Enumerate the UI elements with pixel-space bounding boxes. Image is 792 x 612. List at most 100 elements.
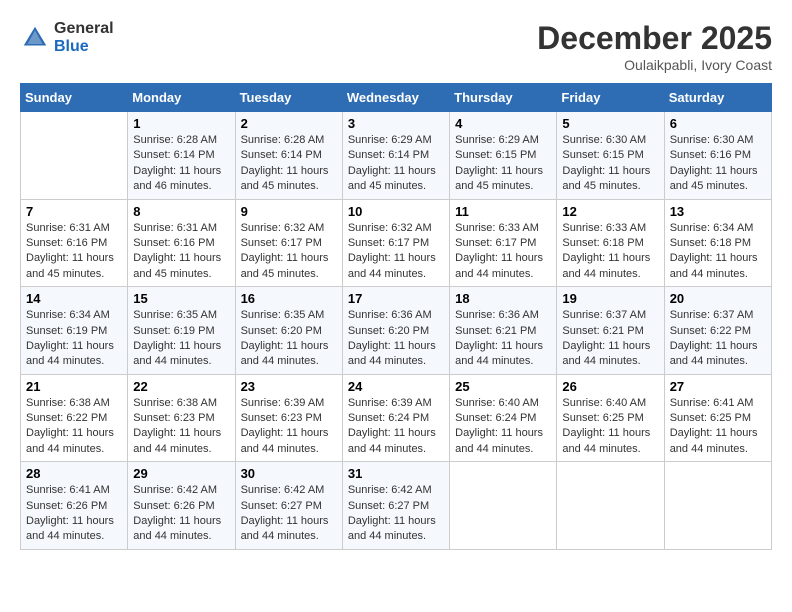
calendar-day-cell: 22 Sunrise: 6:38 AMSunset: 6:23 PMDayligh… (128, 374, 235, 462)
calendar-day-cell: 10 Sunrise: 6:32 AMSunset: 6:17 PMDayligh… (342, 199, 449, 287)
logo: General Blue (20, 20, 114, 55)
day-info: Sunrise: 6:42 AMSunset: 6:26 PMDaylight:… (133, 483, 229, 545)
calendar-day-cell: 12 Sunrise: 6:33 AMSunset: 6:18 PMDayligh… (557, 199, 664, 287)
day-number: 3 (348, 116, 444, 131)
weekday-header-saturday: Saturday (664, 84, 771, 112)
day-number: 2 (241, 116, 337, 131)
calendar-week-1: 1 Sunrise: 6:28 AMSunset: 6:14 PMDaylight… (21, 112, 772, 200)
calendar-day-cell: 5Sunrise: 6:30 AMSunset: 6:15 PMDaylight… (557, 112, 664, 200)
logo-general: General (54, 20, 114, 38)
day-info: Sunrise: 6:30 AMSunset: 6:16 PMDaylight:… (670, 133, 766, 195)
calendar-day-cell: 14 Sunrise: 6:34 AMSunset: 6:19 PMDayligh… (21, 287, 128, 375)
day-number: 8 (133, 204, 229, 219)
day-info: Sunrise: 6:38 AMSunset: 6:23 PMDaylight:… (133, 396, 229, 458)
day-info: Sunrise: 6:41 AMSunset: 6:26 PMDaylight:… (26, 483, 122, 545)
day-info: Sunrise: 6:40 AMSunset: 6:25 PMDaylight:… (562, 396, 658, 458)
calendar-day-cell: 6Sunrise: 6:30 AMSunset: 6:16 PMDaylight… (664, 112, 771, 200)
day-info: Sunrise: 6:28 AMSunset: 6:14 PMDaylight:… (241, 133, 337, 195)
calendar-day-cell (557, 462, 664, 550)
day-info: Sunrise: 6:38 AMSunset: 6:22 PMDaylight:… (26, 396, 122, 458)
calendar-day-cell: 27 Sunrise: 6:41 AMSunset: 6:25 PMDayligh… (664, 374, 771, 462)
weekday-header-tuesday: Tuesday (235, 84, 342, 112)
day-info: Sunrise: 6:36 AMSunset: 6:21 PMDaylight:… (455, 308, 551, 370)
calendar-day-cell: 15Sunrise: 6:35 AMSunset: 6:19 PMDayligh… (128, 287, 235, 375)
calendar-day-cell: 20 Sunrise: 6:37 AMSunset: 6:22 PMDayligh… (664, 287, 771, 375)
day-info: Sunrise: 6:40 AMSunset: 6:24 PMDaylight:… (455, 396, 551, 458)
day-number: 9 (241, 204, 337, 219)
day-number: 22 (133, 379, 229, 394)
day-number: 23 (241, 379, 337, 394)
calendar-day-cell: 23 Sunrise: 6:39 AMSunset: 6:23 PMDayligh… (235, 374, 342, 462)
day-number: 12 (562, 204, 658, 219)
calendar-day-cell: 2 Sunrise: 6:28 AMSunset: 6:14 PMDaylight… (235, 112, 342, 200)
weekday-header-monday: Monday (128, 84, 235, 112)
calendar-day-cell (21, 112, 128, 200)
day-info: Sunrise: 6:31 AMSunset: 6:16 PMDaylight:… (26, 221, 122, 283)
calendar-day-cell (450, 462, 557, 550)
day-info: Sunrise: 6:33 AMSunset: 6:17 PMDaylight:… (455, 221, 551, 283)
calendar-day-cell: 7 Sunrise: 6:31 AMSunset: 6:16 PMDaylight… (21, 199, 128, 287)
day-info: Sunrise: 6:31 AMSunset: 6:16 PMDaylight:… (133, 221, 229, 283)
calendar-day-cell: 3 Sunrise: 6:29 AMSunset: 6:14 PMDaylight… (342, 112, 449, 200)
calendar-day-cell: 31 Sunrise: 6:42 AMSunset: 6:27 PMDayligh… (342, 462, 449, 550)
calendar-day-cell: 18 Sunrise: 6:36 AMSunset: 6:21 PMDayligh… (450, 287, 557, 375)
weekday-header-thursday: Thursday (450, 84, 557, 112)
calendar-day-cell: 17Sunrise: 6:36 AMSunset: 6:20 PMDayligh… (342, 287, 449, 375)
day-info: Sunrise: 6:28 AMSunset: 6:14 PMDaylight:… (133, 133, 229, 195)
day-info: Sunrise: 6:34 AMSunset: 6:19 PMDaylight:… (26, 308, 122, 370)
day-info: Sunrise: 6:42 AMSunset: 6:27 PMDaylight:… (241, 483, 337, 545)
day-info: Sunrise: 6:37 AMSunset: 6:21 PMDaylight:… (562, 308, 658, 370)
calendar-day-cell: 13Sunrise: 6:34 AMSunset: 6:18 PMDayligh… (664, 199, 771, 287)
logo-blue: Blue (54, 38, 114, 56)
day-info: Sunrise: 6:41 AMSunset: 6:25 PMDaylight:… (670, 396, 766, 458)
calendar-day-cell: 24 Sunrise: 6:39 AMSunset: 6:24 PMDayligh… (342, 374, 449, 462)
page-header: General Blue December 2025 Oulaikpabli, … (20, 20, 772, 73)
day-number: 21 (26, 379, 122, 394)
day-number: 19 (562, 291, 658, 306)
calendar-day-cell: 4 Sunrise: 6:29 AMSunset: 6:15 PMDaylight… (450, 112, 557, 200)
day-info: Sunrise: 6:29 AMSunset: 6:15 PMDaylight:… (455, 133, 551, 195)
calendar-day-cell: 30 Sunrise: 6:42 AMSunset: 6:27 PMDayligh… (235, 462, 342, 550)
day-number: 7 (26, 204, 122, 219)
day-info: Sunrise: 6:33 AMSunset: 6:18 PMDaylight:… (562, 221, 658, 283)
day-number: 18 (455, 291, 551, 306)
day-number: 29 (133, 466, 229, 481)
day-number: 25 (455, 379, 551, 394)
day-info: Sunrise: 6:42 AMSunset: 6:27 PMDaylight:… (348, 483, 444, 545)
day-number: 16 (241, 291, 337, 306)
day-number: 28 (26, 466, 122, 481)
calendar-day-cell: 1 Sunrise: 6:28 AMSunset: 6:14 PMDaylight… (128, 112, 235, 200)
day-number: 14 (26, 291, 122, 306)
day-number: 31 (348, 466, 444, 481)
weekday-header-wednesday: Wednesday (342, 84, 449, 112)
day-info: Sunrise: 6:35 AMSunset: 6:20 PMDaylight:… (241, 308, 337, 370)
calendar-day-cell: 8 Sunrise: 6:31 AMSunset: 6:16 PMDaylight… (128, 199, 235, 287)
day-number: 30 (241, 466, 337, 481)
day-info: Sunrise: 6:39 AMSunset: 6:24 PMDaylight:… (348, 396, 444, 458)
day-number: 24 (348, 379, 444, 394)
weekday-header-sunday: Sunday (21, 84, 128, 112)
calendar-day-cell: 21 Sunrise: 6:38 AMSunset: 6:22 PMDayligh… (21, 374, 128, 462)
day-number: 5 (562, 116, 658, 131)
title-block: December 2025 Oulaikpabli, Ivory Coast (537, 20, 772, 73)
day-number: 10 (348, 204, 444, 219)
day-number: 27 (670, 379, 766, 394)
day-number: 20 (670, 291, 766, 306)
day-info: Sunrise: 6:29 AMSunset: 6:14 PMDaylight:… (348, 133, 444, 195)
location: Oulaikpabli, Ivory Coast (537, 57, 772, 73)
day-info: Sunrise: 6:32 AMSunset: 6:17 PMDaylight:… (241, 221, 337, 283)
day-number: 11 (455, 204, 551, 219)
calendar-day-cell: 28 Sunrise: 6:41 AMSunset: 6:26 PMDayligh… (21, 462, 128, 550)
day-info: Sunrise: 6:37 AMSunset: 6:22 PMDaylight:… (670, 308, 766, 370)
calendar-week-4: 21 Sunrise: 6:38 AMSunset: 6:22 PMDayligh… (21, 374, 772, 462)
day-info: Sunrise: 6:39 AMSunset: 6:23 PMDaylight:… (241, 396, 337, 458)
day-number: 1 (133, 116, 229, 131)
day-number: 4 (455, 116, 551, 131)
calendar-week-5: 28 Sunrise: 6:41 AMSunset: 6:26 PMDayligh… (21, 462, 772, 550)
calendar-table: SundayMondayTuesdayWednesdayThursdayFrid… (20, 83, 772, 550)
calendar-day-cell: 19 Sunrise: 6:37 AMSunset: 6:21 PMDayligh… (557, 287, 664, 375)
day-info: Sunrise: 6:36 AMSunset: 6:20 PMDaylight:… (348, 308, 444, 370)
month-title: December 2025 (537, 20, 772, 57)
day-info: Sunrise: 6:32 AMSunset: 6:17 PMDaylight:… (348, 221, 444, 283)
calendar-day-cell: 9 Sunrise: 6:32 AMSunset: 6:17 PMDaylight… (235, 199, 342, 287)
